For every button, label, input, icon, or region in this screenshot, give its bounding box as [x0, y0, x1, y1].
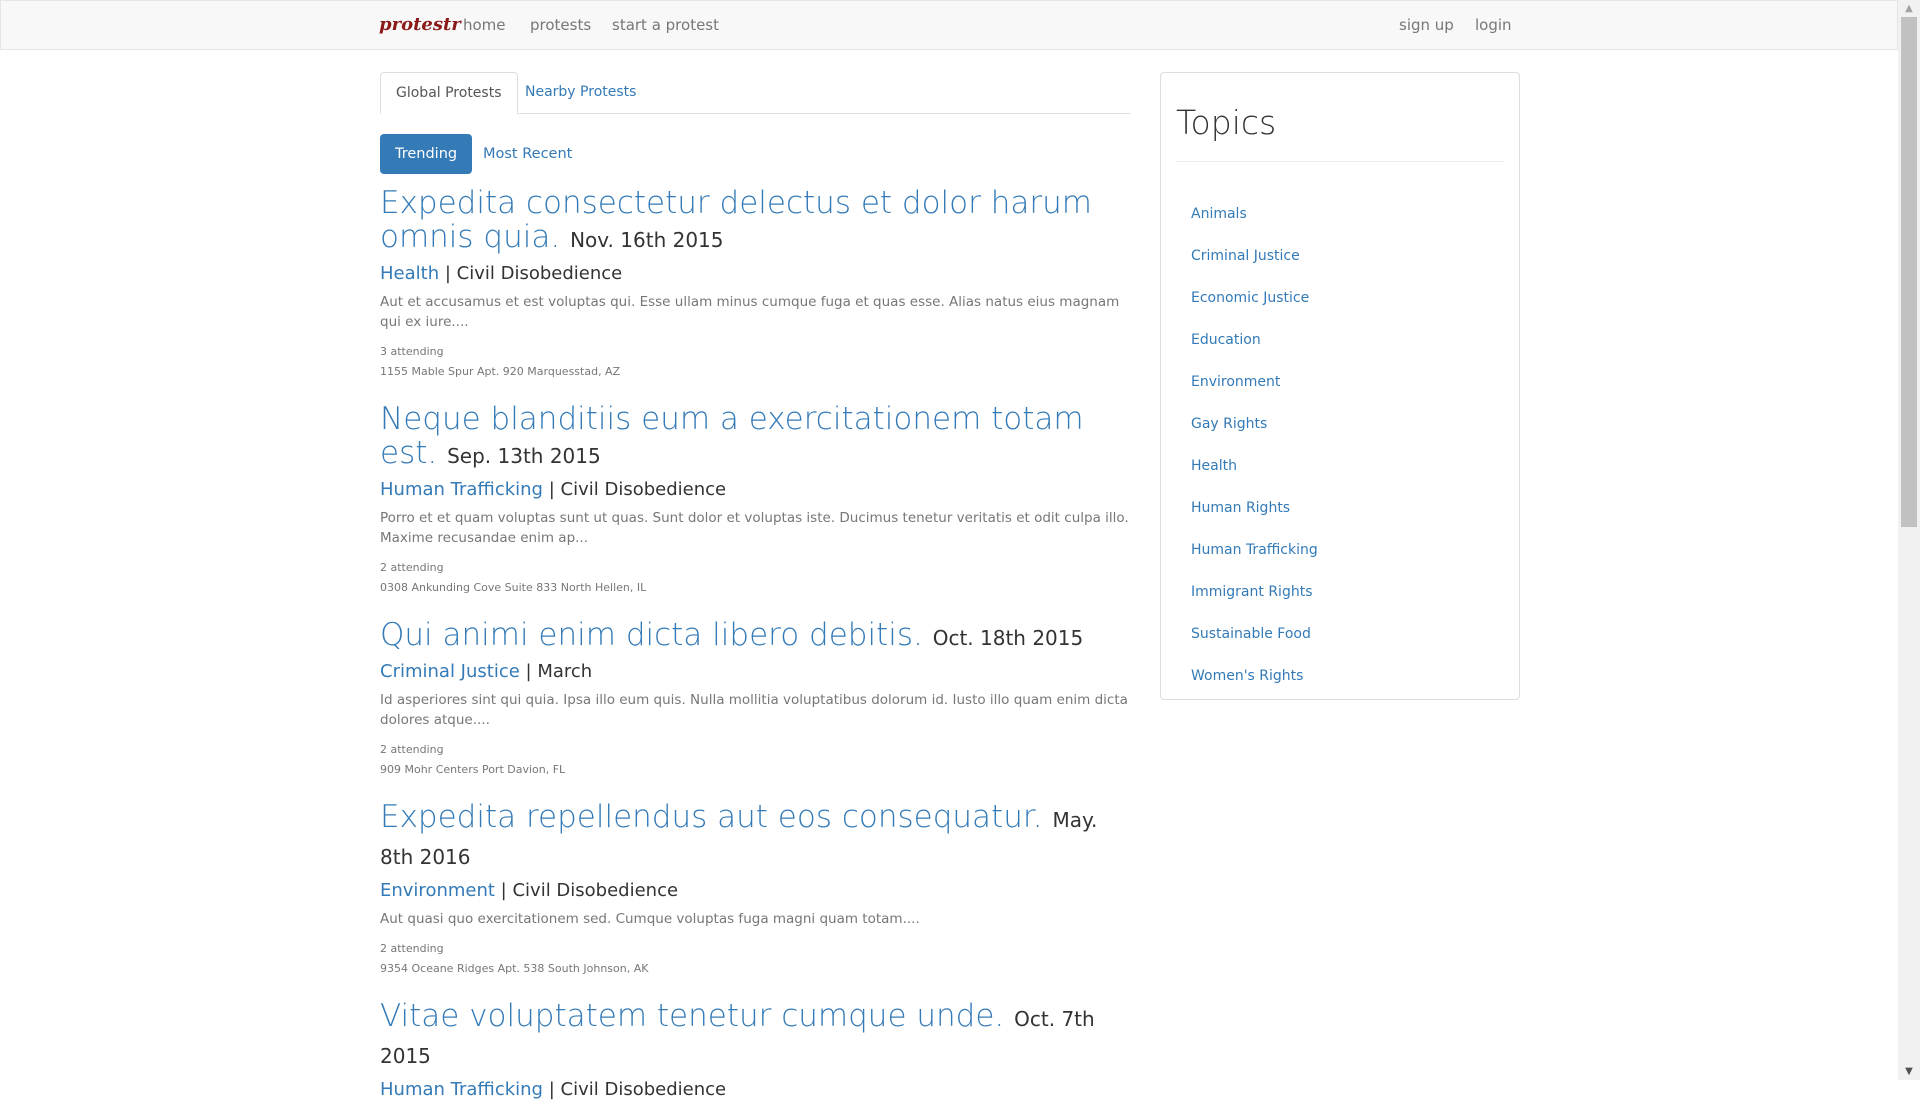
- protest-address: 9354 Oceane Ridges Apt. 538 South Johnso…: [380, 962, 649, 975]
- protest-date: Nov. 16th 2015: [570, 228, 724, 252]
- protest-title-link[interactable]: Vitae voluptatem tenetur cumque unde.: [380, 998, 1004, 1034]
- topic-link-animals[interactable]: Animals: [1191, 193, 1318, 235]
- page-scrollbar[interactable]: ▲ ▼: [1898, 0, 1920, 1080]
- protest-title-row: Expedita consectetur delectus et dolor h…: [380, 186, 1130, 257]
- nav-home-link[interactable]: home: [463, 16, 506, 34]
- protest-item: Vitae voluptatem tenetur cumque unde. Oc…: [380, 999, 1130, 1100]
- topic-link-economic-justice[interactable]: Economic Justice: [1191, 277, 1318, 319]
- topic-link-womens-rights[interactable]: Women's Rights: [1191, 655, 1318, 697]
- meta-separator: |: [500, 880, 513, 901]
- topic-link-environment[interactable]: Environment: [1191, 361, 1318, 403]
- tab-nearby-protests[interactable]: Nearby Protests: [510, 72, 651, 113]
- nav-protests-link[interactable]: protests: [530, 16, 591, 34]
- topic-link-immigrant-rights[interactable]: Immigrant Rights: [1191, 571, 1318, 613]
- protest-description: Aut et accusamus et est voluptas qui. Es…: [380, 294, 1120, 330]
- protest-title-link[interactable]: Qui animi enim dicta libero debitis.: [380, 617, 923, 653]
- protest-meta: Environment | Civil Disobedience: [380, 880, 1130, 901]
- protest-meta: Health | Civil Disobedience: [380, 263, 1130, 284]
- protest-title-row: Neque blanditiis eum a exercitationem to…: [380, 402, 1130, 473]
- meta-separator: |: [444, 263, 457, 284]
- protest-title-link[interactable]: Expedita repellendus aut eos consequatur…: [380, 799, 1043, 835]
- protest-title-row: Qui animi enim dicta libero debitis. Oct…: [380, 618, 1130, 655]
- protest-title-row: Expedita repellendus aut eos consequatur…: [380, 800, 1130, 874]
- topic-link-human-rights[interactable]: Human Rights: [1191, 487, 1318, 529]
- protest-address: 909 Mohr Centers Port Davion, FL: [380, 763, 566, 776]
- topic-link-health[interactable]: Health: [1191, 445, 1318, 487]
- protest-feed: Expedita consectetur delectus et dolor h…: [380, 186, 1130, 1120]
- protest-description: Aut quasi quo exercitationem sed. Cumque…: [380, 911, 920, 927]
- protest-attending: 2 attending: [380, 743, 444, 756]
- scroll-down-arrow-icon[interactable]: ▼: [1898, 1063, 1920, 1080]
- protest-topic-link[interactable]: Environment: [380, 880, 495, 901]
- protest-date: Oct. 18th 2015: [932, 626, 1084, 650]
- protest-address: 1155 Mable Spur Apt. 920 Marquesstad, AZ: [380, 365, 621, 378]
- topics-heading: Topics: [1176, 103, 1277, 142]
- protest-topic-link[interactable]: Criminal Justice: [380, 661, 520, 682]
- pill-most-recent[interactable]: Most Recent: [468, 134, 587, 174]
- topic-link-sustainable-food[interactable]: Sustainable Food: [1191, 613, 1318, 655]
- protest-date: Sep. 13th 2015: [447, 444, 601, 468]
- scroll-up-arrow-icon[interactable]: ▲: [1898, 0, 1920, 17]
- nav-start-protest-link[interactable]: start a protest: [612, 16, 719, 34]
- protest-item: Neque blanditiis eum a exercitationem to…: [380, 402, 1130, 598]
- tab-global-protests[interactable]: Global Protests: [380, 72, 518, 114]
- protest-kind: Civil Disobedience: [456, 263, 623, 284]
- nav-login-link[interactable]: login: [1475, 16, 1512, 34]
- topic-link-criminal-justice[interactable]: Criminal Justice: [1191, 235, 1318, 277]
- protest-description: Porro et et quam voluptas sunt ut quas. …: [380, 510, 1129, 546]
- protest-attending: 2 attending: [380, 942, 444, 955]
- protest-meta: Criminal Justice | March: [380, 661, 1130, 682]
- protest-description: Id asperiores sint qui quia. Ipsa illo e…: [380, 692, 1128, 728]
- protest-kind: Civil Disobedience: [512, 880, 679, 901]
- protest-attending: 2 attending: [380, 561, 444, 574]
- top-navbar: protestr home protests start a protest s…: [0, 0, 1898, 50]
- protest-meta: Human Trafficking | Civil Disobedience: [380, 1079, 1130, 1100]
- topic-link-gay-rights[interactable]: Gay Rights: [1191, 403, 1318, 445]
- topic-list: Animals Criminal Justice Economic Justic…: [1191, 193, 1318, 697]
- protest-title-row: Vitae voluptatem tenetur cumque unde. Oc…: [380, 999, 1130, 1073]
- protest-item: Qui animi enim dicta libero debitis. Oct…: [380, 618, 1130, 780]
- topic-link-education[interactable]: Education: [1191, 319, 1318, 361]
- scrollbar-thumb[interactable]: [1901, 17, 1917, 527]
- pill-trending[interactable]: Trending: [380, 134, 473, 174]
- meta-separator: |: [525, 661, 538, 682]
- protest-topic-link[interactable]: Health: [380, 263, 439, 284]
- protest-kind: Civil Disobedience: [560, 479, 727, 500]
- topics-panel: Topics Animals Criminal Justice Economic…: [1160, 72, 1520, 700]
- meta-separator: |: [548, 1079, 561, 1100]
- brand-logo[interactable]: protestr: [379, 14, 461, 35]
- protest-meta: Human Trafficking | Civil Disobedience: [380, 479, 1130, 500]
- protest-item: Expedita repellendus aut eos consequatur…: [380, 800, 1130, 979]
- protest-topic-link[interactable]: Human Trafficking: [380, 479, 543, 500]
- protest-title-link[interactable]: Expedita consectetur delectus et dolor h…: [380, 185, 1092, 255]
- protest-kind: March: [537, 661, 593, 682]
- protest-address: 0308 Ankunding Cove Suite 833 North Hell…: [380, 581, 647, 594]
- protest-kind: Civil Disobedience: [560, 1079, 727, 1100]
- protest-scope-tabs: Global Protests Nearby Protests: [380, 72, 1130, 114]
- protest-item: Expedita consectetur delectus et dolor h…: [380, 186, 1130, 382]
- meta-separator: |: [548, 479, 561, 500]
- protest-topic-link[interactable]: Human Trafficking: [380, 1079, 543, 1100]
- topic-link-human-trafficking[interactable]: Human Trafficking: [1191, 529, 1318, 571]
- protest-attending: 3 attending: [380, 345, 444, 358]
- topics-divider: [1176, 161, 1504, 162]
- nav-signup-link[interactable]: sign up: [1399, 16, 1454, 34]
